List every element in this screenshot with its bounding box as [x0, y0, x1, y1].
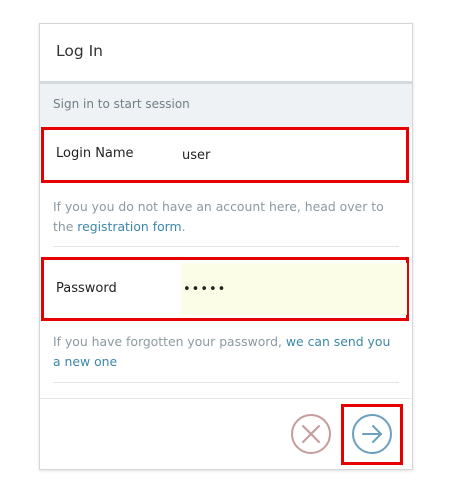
close-icon	[302, 425, 320, 443]
divider	[53, 382, 399, 383]
password-help-prefix: If you have forgotten your password,	[53, 334, 286, 349]
login-help-suffix: .	[181, 219, 186, 234]
login-name-row: Login Name	[41, 127, 409, 183]
page-title: Log In	[56, 42, 104, 60]
footer-divider	[40, 398, 412, 399]
login-panel: Log In Sign in to start session Login Na…	[39, 23, 413, 470]
password-input[interactable]	[181, 263, 407, 315]
divider	[53, 246, 399, 247]
subheader-text: Sign in to start session	[53, 97, 190, 111]
password-label: Password	[56, 281, 117, 296]
submit-highlight	[341, 404, 403, 465]
registration-form-link[interactable]: registration form	[77, 219, 181, 234]
submit-button[interactable]	[352, 414, 392, 454]
login-name-input[interactable]	[180, 142, 400, 168]
login-name-label: Login Name	[56, 146, 134, 161]
password-help-text: If you have forgotten your password, we …	[53, 332, 399, 372]
login-help-text: If you you do not have an account here, …	[53, 197, 399, 237]
password-row: Password	[41, 257, 409, 321]
cancel-button[interactable]	[291, 414, 331, 454]
panel-subheader: Sign in to start session	[40, 84, 412, 127]
arrow-right-icon	[362, 425, 382, 443]
panel-header: Log In	[40, 24, 412, 84]
